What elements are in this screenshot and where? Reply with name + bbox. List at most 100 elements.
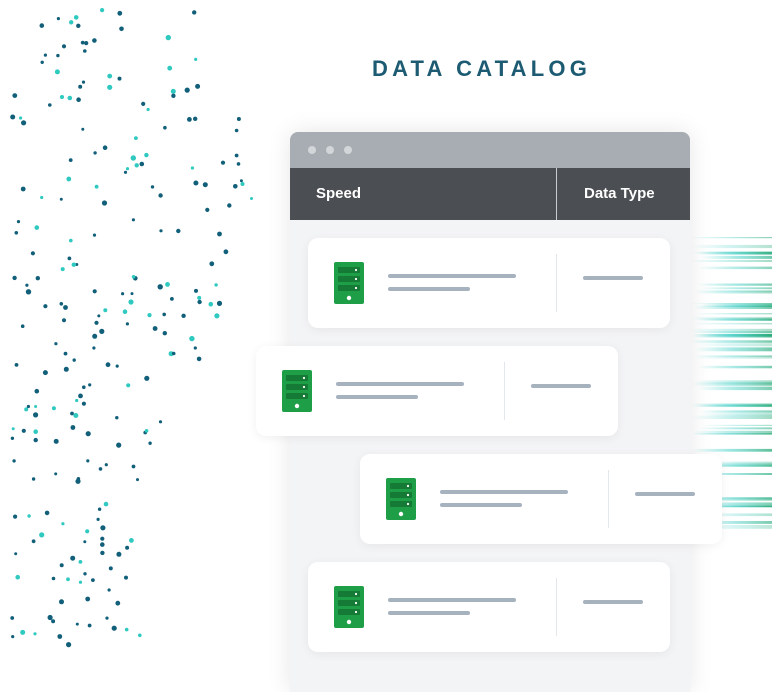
particle-dot [12,275,17,281]
column-header-speed[interactable]: Speed [316,168,361,220]
particle-dot [13,514,18,519]
speed-streak [691,260,772,262]
particle-dot [59,197,63,201]
table-row[interactable] [360,454,722,544]
particle-dot [42,370,48,376]
particle-dot [87,623,92,628]
speed-streak [691,237,772,239]
particle-dot [193,180,199,186]
server-icon [334,586,364,628]
particle-dot [115,416,119,420]
particle-dot [117,76,122,81]
particle-dot [56,53,60,58]
particle-dot [100,525,106,531]
particle-dot [197,299,202,305]
particle-dot [11,427,15,431]
particle-dot [39,532,45,538]
particle-dot [81,80,86,84]
particle-dot [33,412,39,418]
particle-dot [223,249,229,255]
particle-dot [62,318,66,323]
particle-dot [99,328,105,334]
particle-dot [85,431,91,437]
particle-dot [220,160,226,165]
particle-dot [39,23,45,28]
particle-dot [81,401,86,406]
particle-dot [72,358,76,362]
speed-streak [692,251,772,254]
particle-dot [107,588,111,592]
particle-dot [76,23,81,28]
particle-dot [150,185,155,189]
speed-streak [698,386,772,391]
particle-dot [60,267,65,272]
particle-dot [25,289,32,295]
window-titlebar [290,132,690,168]
header-divider [556,168,557,220]
window-control-dot[interactable] [326,146,334,154]
particle-dot [59,302,64,306]
particle-dot [75,478,81,484]
particle-dot [40,195,44,200]
particle-dot [35,276,40,281]
particle-dot [194,288,198,293]
window-control-dot[interactable] [344,146,352,154]
particle-dot [216,300,223,306]
particle-dot [70,411,74,416]
particle-dot [227,203,232,208]
window-control-dot[interactable] [308,146,316,154]
particle-dot [197,295,202,300]
particle-dot [102,145,108,150]
speed-streak [699,410,772,413]
particle-dot [128,299,134,305]
particle-dot [33,429,38,435]
table-row[interactable] [256,346,618,436]
particle-dot [92,289,97,294]
particle-dot [75,398,79,403]
particle-dot [134,136,138,141]
column-header-data-type[interactable]: Data Type [584,168,655,220]
particle-dot [107,73,113,79]
particle-dot [124,575,128,580]
particle-dot [83,49,87,53]
table-row[interactable] [308,238,670,328]
particle-dot [190,166,194,170]
particle-dot [125,322,129,326]
particle-dot [105,616,109,620]
particle-dot [134,163,139,168]
particle-dot [194,57,198,62]
particle-dot [76,97,81,102]
particle-dot [236,117,241,121]
particle-dot [129,538,134,543]
particle-dot [131,275,136,279]
row-divider [608,470,609,528]
speed-streak [701,255,772,259]
placeholder-line [388,598,516,602]
particle-dot [181,313,186,318]
particle-scatter [10,8,253,648]
server-icon [334,262,364,304]
server-icon [282,370,312,412]
particle-dot [67,256,72,261]
particle-dot [20,186,26,192]
particle-dot [119,26,124,32]
placeholder-line [583,276,643,280]
speed-streak [699,427,772,430]
particle-dot [209,261,215,267]
particle-dot [97,314,101,318]
row-divider [556,254,557,312]
table-row[interactable] [308,562,670,652]
particle-dot [104,463,108,467]
particle-dot [33,632,37,636]
particle-dot [158,420,163,424]
particle-dot [214,283,218,287]
particle-dot [239,179,243,183]
particle-dot [78,84,83,89]
speed-streak [692,334,772,337]
particle-dot [63,366,69,372]
particle-dot [14,363,19,367]
particle-dot [82,385,86,390]
particle-dot [205,207,210,212]
particle-dot [66,577,70,582]
particle-dot [81,127,85,131]
